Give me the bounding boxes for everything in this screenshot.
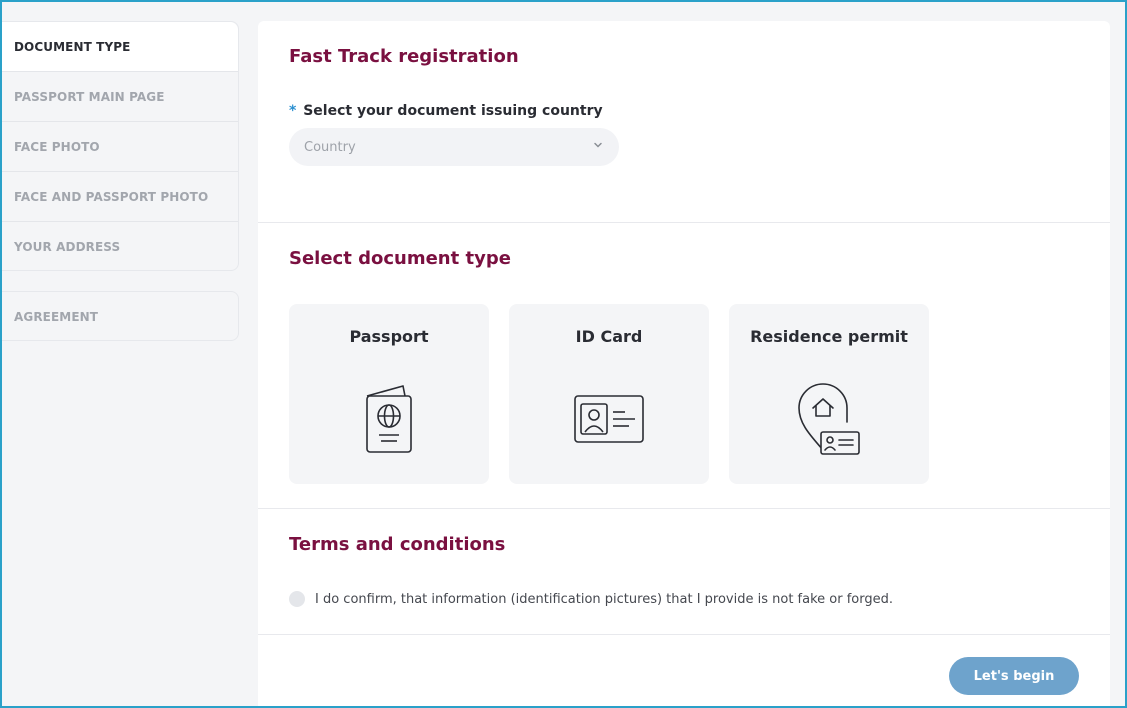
document-option-label: Residence permit — [750, 327, 908, 346]
step-your-address[interactable]: YOUR ADDRESS — [2, 222, 238, 272]
registration-title: Fast Track registration — [289, 46, 519, 67]
country-select-value: Country — [304, 139, 356, 155]
terms-confirm-text: I do confirm, that information (identifi… — [315, 592, 894, 607]
registration-card: Fast Track registration * Select your do… — [258, 21, 1110, 708]
document-type-title: Select document type — [289, 248, 511, 269]
document-option-label: ID Card — [575, 327, 643, 346]
step-face-and-passport-photo[interactable]: FACE AND PASSPORT PHOTO — [2, 172, 238, 222]
terms-checkbox[interactable] — [289, 591, 305, 607]
agreement-group: AGREEMENT — [2, 291, 239, 341]
section-divider — [258, 222, 1110, 223]
step-face-photo[interactable]: FACE PHOTO — [2, 122, 238, 172]
terms-title: Terms and conditions — [289, 534, 506, 555]
country-select[interactable]: Country — [289, 128, 619, 166]
document-option-passport[interactable]: Passport — [289, 304, 489, 484]
residence-permit-icon — [798, 383, 860, 455]
step-passport-main-page[interactable]: PASSPORT MAIN PAGE — [2, 72, 238, 122]
country-field-label: * Select your document issuing country — [289, 103, 603, 119]
step-agreement[interactable]: AGREEMENT — [2, 292, 238, 342]
document-option-residence-permit[interactable]: Residence permit — [729, 304, 929, 484]
lets-begin-button[interactable]: Let's begin — [949, 657, 1079, 695]
country-label-text: Select your document issuing country — [303, 103, 603, 119]
document-option-label: Passport — [349, 327, 429, 346]
section-divider — [258, 508, 1110, 509]
steps-group: DOCUMENT TYPE PASSPORT MAIN PAGE FACE PH… — [2, 21, 239, 271]
id-card-icon — [574, 395, 644, 443]
document-option-id-card[interactable]: ID Card — [509, 304, 709, 484]
required-marker: * — [289, 103, 297, 119]
step-document-type[interactable]: DOCUMENT TYPE — [2, 22, 238, 72]
passport-icon — [366, 385, 412, 453]
chevron-down-icon — [594, 142, 602, 148]
section-divider — [258, 634, 1110, 635]
